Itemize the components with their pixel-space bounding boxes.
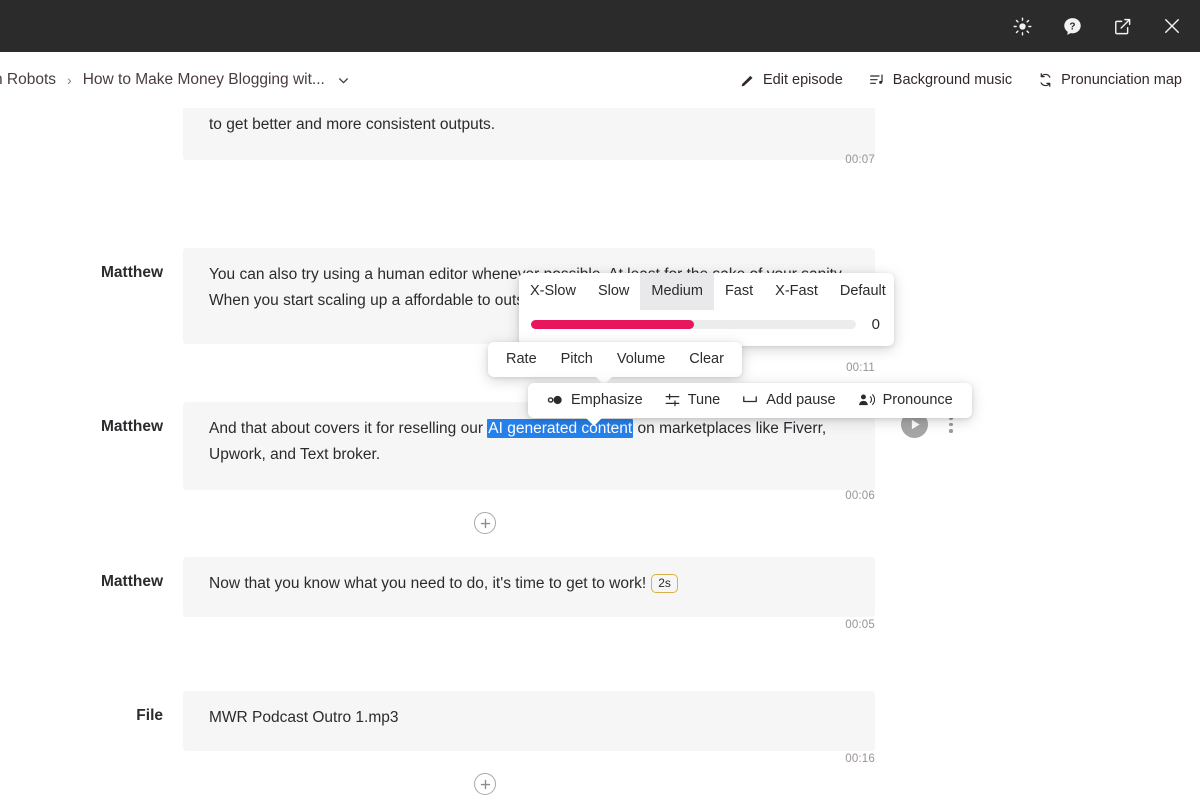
speaker-label: Matthew — [101, 418, 163, 436]
block-duration: 00:05 — [845, 619, 875, 632]
add-block-button[interactable] — [474, 773, 496, 796]
add-block-row — [0, 512, 970, 535]
pronunciation-map-button[interactable]: Pronunciation map — [1038, 72, 1182, 88]
transcript-text[interactable]: Realistically, it will take a lot of tri… — [183, 108, 875, 161]
sliders-icon — [665, 393, 680, 407]
rate-options-row: X-Slow Slow Medium Fast X-Fast Default — [519, 273, 894, 310]
emphasize-label: Emphasize — [571, 392, 643, 408]
background-music-button[interactable]: Background music — [869, 72, 1012, 88]
speaker-label: File — [136, 707, 163, 725]
add-pause-label: Add pause — [766, 392, 836, 408]
transcript-list[interactable]: Matthew Realistically, it will take a lo… — [0, 108, 1200, 810]
person-speaking-icon — [858, 393, 875, 407]
tune-label: Tune — [687, 392, 721, 408]
tune-option-clear[interactable]: Clear — [677, 342, 736, 377]
pronounce-label: Pronounce — [882, 392, 953, 408]
sync-icon — [1038, 72, 1053, 88]
pronunciation-map-label: Pronunciation map — [1061, 72, 1182, 88]
help-icon[interactable]: ? — [1058, 12, 1086, 40]
tune-option-rate[interactable]: Rate — [494, 342, 549, 377]
page-header: n Robots › How to Make Money Blogging wi… — [0, 52, 1200, 108]
breadcrumb-root[interactable]: n Robots — [0, 71, 56, 89]
rate-option-medium[interactable]: Medium — [640, 273, 714, 310]
tune-popover[interactable]: Rate Pitch Volume Clear — [488, 342, 742, 385]
brightness-icon[interactable] — [1008, 12, 1036, 40]
music-list-icon — [869, 72, 885, 88]
transcript-line: MWR Podcast Outro 1.mp3 — [209, 709, 399, 727]
pause-return-icon — [742, 394, 758, 406]
speaker-label: Matthew — [101, 264, 163, 282]
tune-option-volume[interactable]: Volume — [605, 342, 677, 377]
open-external-icon[interactable] — [1108, 12, 1136, 40]
transcript-block[interactable]: Matthew Now that you know what you need … — [0, 557, 1200, 631]
transcript-line: content creation to get better and more … — [209, 116, 496, 134]
add-block-button[interactable] — [474, 512, 496, 535]
svg-text:?: ? — [1069, 21, 1075, 32]
more-options-icon[interactable] — [942, 416, 960, 433]
edit-episode-button[interactable]: Edit episode — [740, 72, 843, 88]
rate-option-slow[interactable]: Slow — [587, 273, 640, 310]
breadcrumb: n Robots › How to Make Money Blogging wi… — [0, 71, 350, 89]
pause-badge[interactable]: 2s — [651, 574, 678, 594]
tune-option-pitch[interactable]: Pitch — [549, 342, 605, 377]
block-duration: 00:06 — [845, 490, 875, 503]
breadcrumb-current-episode[interactable]: How to Make Money Blogging wit... — [83, 71, 325, 89]
breadcrumb-separator: › — [67, 72, 72, 88]
header-actions: Edit episode Background music Pronunciat… — [740, 72, 1182, 88]
selected-text-range[interactable]: AI generated content — [487, 419, 634, 439]
transcript-bubble-wrap: MWR Podcast Outro 1.mp3 00:16 — [183, 691, 875, 765]
emphasize-dots-icon — [547, 394, 563, 406]
pronounce-button[interactable]: Pronounce — [847, 383, 964, 418]
rate-option-default[interactable]: Default — [829, 273, 894, 310]
add-block-row — [0, 773, 970, 796]
close-icon[interactable] — [1158, 12, 1186, 40]
transcript-line: on marketplaces — [633, 420, 752, 438]
edit-episode-label: Edit episode — [762, 72, 843, 88]
window-titlebar: ? — [0, 0, 1200, 52]
transcript-block-file[interactable]: File MWR Podcast Outro 1.mp3 00:16 — [0, 691, 1200, 765]
block-duration: 00:07 — [845, 154, 875, 166]
rate-option-x-slow[interactable]: X-Slow — [519, 273, 587, 310]
app-root: ? n Robots › How to Make Money Blogging … — [0, 0, 1200, 810]
chevron-down-icon[interactable] — [337, 74, 350, 87]
rate-option-fast[interactable]: Fast — [714, 273, 764, 310]
add-pause-button[interactable]: Add pause — [731, 383, 846, 418]
speaker-label: Matthew — [101, 573, 163, 591]
pencil-icon — [740, 73, 755, 88]
titlebar-actions: ? — [1008, 12, 1186, 40]
kebab-dot — [949, 429, 953, 433]
transcript-line: Now that you know what you need to do, i… — [209, 575, 647, 593]
tune-button[interactable]: Tune — [654, 383, 732, 418]
transcript-line: And that about covers it for reselling o… — [209, 420, 488, 438]
rate-popover[interactable]: X-Slow Slow Medium Fast X-Fast Default 0 — [519, 273, 894, 354]
rate-option-x-fast[interactable]: X-Fast — [764, 273, 829, 310]
emphasize-button[interactable]: Emphasize — [536, 383, 654, 418]
transcript-text[interactable]: Now that you know what you need to do, i… — [183, 557, 875, 618]
block-duration: 00:11 — [846, 362, 875, 375]
transcript-bubble-wrap: Realistically, it will take a lot of tri… — [183, 108, 875, 166]
rate-slider-row: 0 — [519, 310, 894, 346]
kebab-dot — [949, 422, 953, 427]
rate-slider-fill — [531, 320, 694, 329]
selection-tools-popover[interactable]: Emphasize Tune Add pause Pronounce — [528, 383, 972, 426]
transcript-bubble-wrap: Now that you know what you need to do, i… — [183, 557, 875, 631]
transcript-block[interactable]: Matthew Realistically, it will take a lo… — [0, 108, 1200, 166]
file-name-text[interactable]: MWR Podcast Outro 1.mp3 — [183, 691, 875, 752]
background-music-label: Background music — [892, 72, 1013, 88]
rate-slider[interactable] — [531, 320, 856, 329]
block-duration: 00:16 — [845, 753, 875, 766]
rate-slider-value: 0 — [871, 316, 880, 333]
